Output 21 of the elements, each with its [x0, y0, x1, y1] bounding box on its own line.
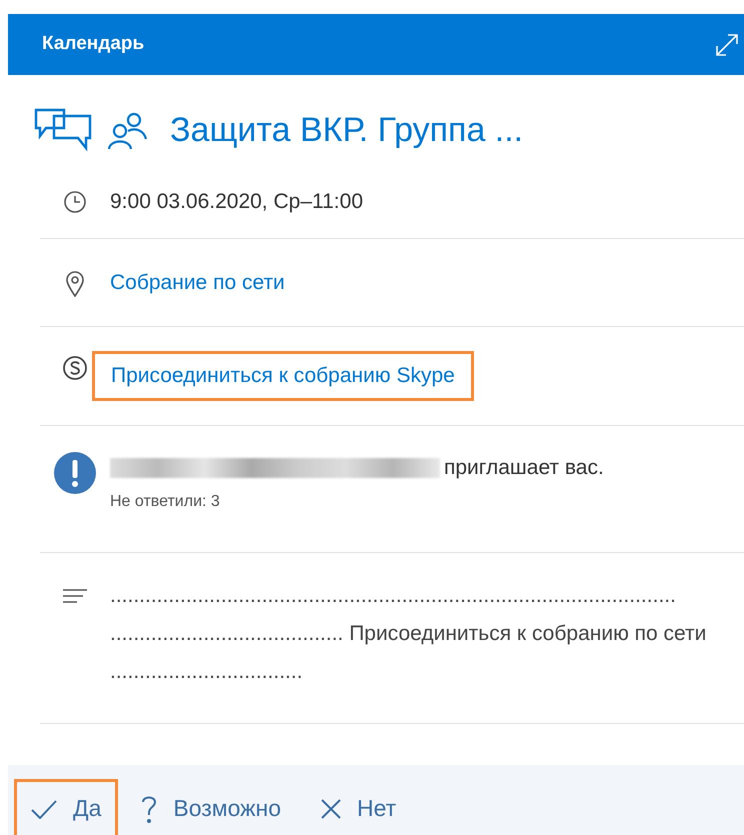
header-title: Календарь: [42, 32, 144, 56]
response-count: Не ответили: 3: [110, 492, 221, 512]
notes-lines-icon: [63, 588, 87, 602]
exclamation-icon: [54, 452, 96, 494]
expand-icon[interactable]: [714, 32, 740, 58]
invitation-text: приглашает вас.: [444, 454, 604, 480]
event-title: Защита ВКР. Группа ...: [170, 110, 524, 151]
location-link[interactable]: Собрание по сети: [110, 266, 285, 298]
question-mark-icon: [141, 794, 158, 822]
event-notes: ................................................................................................. ........................................ Присоединиться к собранию по сети .................................: [110, 582, 708, 684]
clock-icon: [63, 190, 87, 214]
checkmark-icon: [31, 798, 57, 818]
close-icon: [321, 798, 342, 818]
response-button[interactable]: Нет: [304, 779, 414, 835]
skype-icon: [62, 355, 88, 381]
skype-meeting-link[interactable]: Присоединиться к собранию Skype: [92, 351, 474, 400]
response-button[interactable]: Да: [14, 779, 118, 835]
event-time: 9:00 03.06.2020, Ср–11:00: [110, 189, 363, 215]
people-icon: [106, 110, 148, 150]
response-button[interactable]: Возможно: [124, 779, 298, 835]
location-pin-icon: [65, 270, 85, 296]
